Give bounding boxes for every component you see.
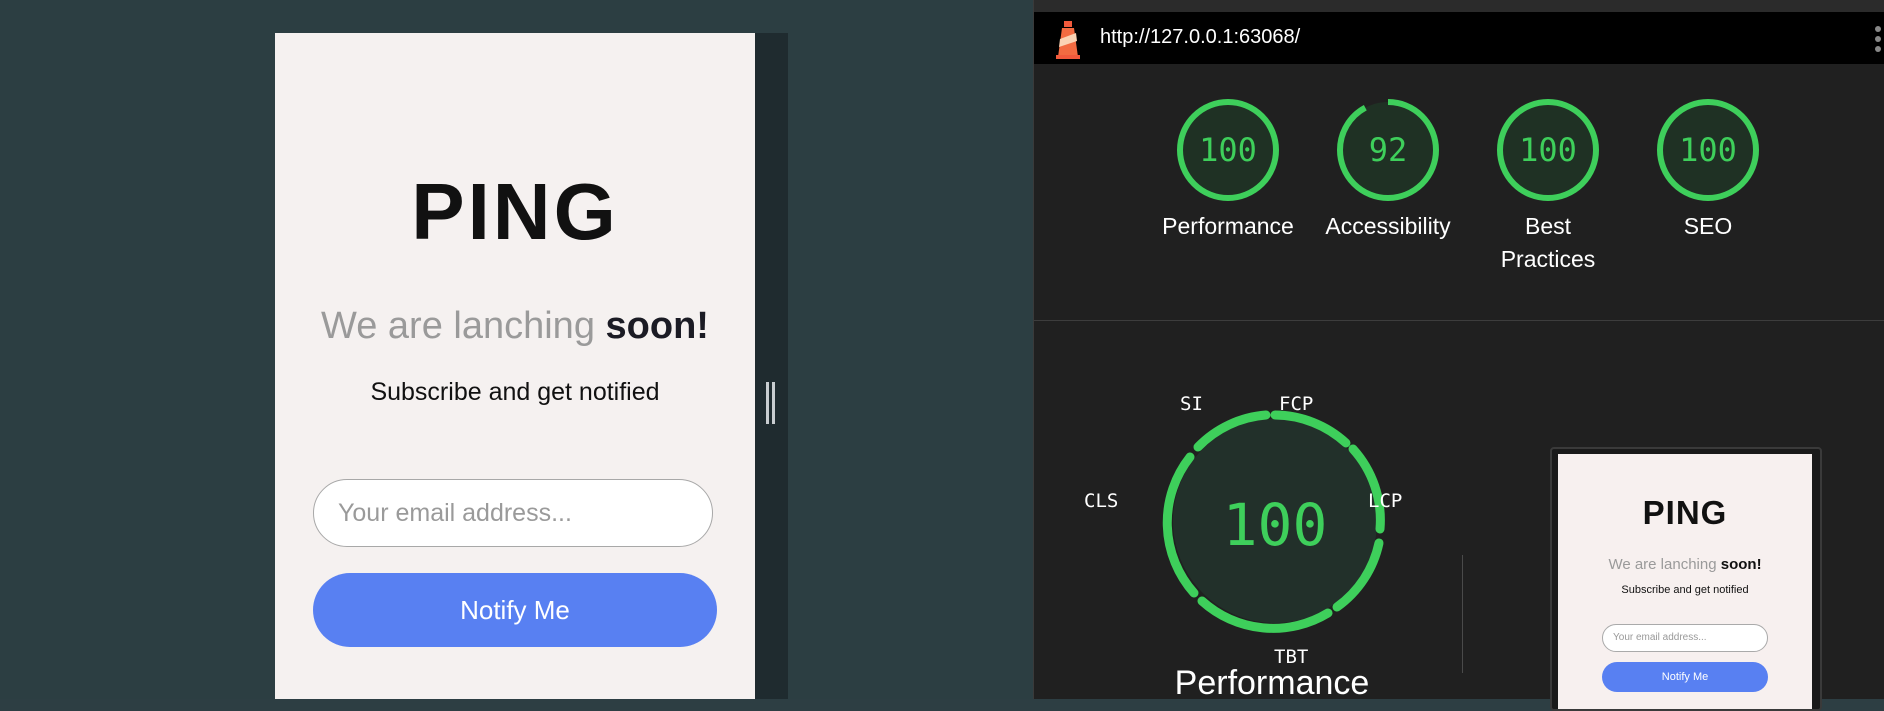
metric-fcp: FCP [1279,393,1314,415]
svg-text:100: 100 [1519,131,1577,169]
headline-light: We are lanching [321,305,595,347]
thumb-logo: PING [1642,494,1728,531]
score-ring-icon: 100 [1497,99,1599,201]
gauge-accessibility[interactable]: 92 Accessibility [1308,96,1468,243]
resize-handle[interactable] [766,382,776,424]
report-url[interactable]: http://127.0.0.1:63068/ [1100,26,1300,49]
score-ring-icon: 92 [1337,99,1439,201]
performance-title: Performance [1174,664,1370,702]
score-ring-icon: 100 [1177,99,1279,201]
launch-headline: We are lanching soon! [275,305,755,348]
thumbnail-page: PING We are lanching soon! Subscribe and… [1558,454,1812,709]
gauge-label: Performance [1162,213,1294,239]
app-viewport: PING We are lanching soon! Subscribe and… [0,0,1033,699]
performance-metrics-gauge: 100 [1162,410,1385,633]
thumb-subtitle: Subscribe and get notified [1621,584,1749,596]
lighthouse-icon [1056,21,1080,59]
svg-text:100: 100 [1679,131,1737,169]
viewport-gutter [755,33,788,699]
gauge-best-practices[interactable]: 100 Best Practices [1468,96,1628,276]
panel-top-strip [1034,0,1884,12]
subscribe-subtitle: Subscribe and get notified [370,378,660,406]
thumb-notify-button: Notify Me [1602,662,1768,692]
headline-bold: soon! [605,305,709,347]
gauge-performance[interactable]: 100 Performance [1148,96,1308,243]
final-screenshot-thumbnail[interactable]: PING We are lanching soon! Subscribe and… [1550,447,1822,711]
metric-cls: CLS [1084,490,1119,512]
section-divider [1034,320,1884,321]
lighthouse-panel: http://127.0.0.1:63068/ 100 Performance … [1033,0,1884,711]
svg-text:100: 100 [1223,491,1328,559]
gauge-label: Accessibility [1325,213,1451,239]
thumb-email-field: Your email address... [1602,624,1768,652]
lighthouse-url-bar: http://127.0.0.1:63068/ [1034,12,1884,64]
vertical-divider [1462,555,1463,673]
svg-text:100: 100 [1199,131,1257,169]
ping-logo: PING [411,167,619,256]
gauge-seo[interactable]: 100 SEO [1628,96,1788,243]
more-options-icon[interactable] [1875,26,1881,54]
metric-lcp: LCP [1368,490,1403,512]
gauge-label: SEO [1683,213,1733,239]
email-input[interactable] [313,479,713,547]
mobile-preview: PING We are lanching soon! Subscribe and… [275,33,755,699]
score-ring-icon: 100 [1657,99,1759,201]
notify-me-button[interactable]: Notify Me [313,573,717,647]
metric-si: SI [1180,393,1203,415]
svg-text:92: 92 [1369,131,1408,169]
gauge-label: Best Practices [1500,213,1596,272]
thumb-headline: We are lanching soon! [1608,556,1762,573]
